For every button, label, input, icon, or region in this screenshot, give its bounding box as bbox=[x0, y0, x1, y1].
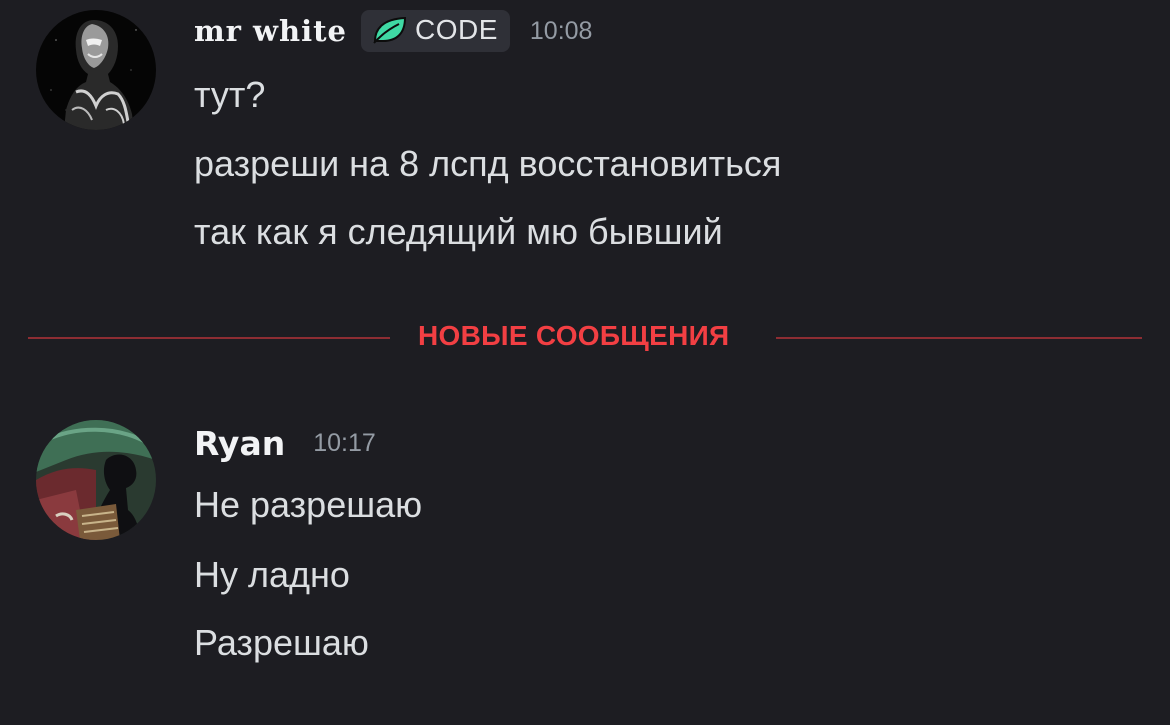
new-messages-label: НОВЫЕ СООБЩЕНИЯ bbox=[418, 320, 730, 351]
message-text: разреши на 8 лспд восстановиться bbox=[194, 143, 782, 184]
chat-message-list: mr white CODE 10:08 тут? разреши на 8 лс… bbox=[0, 0, 1170, 725]
message-text: так как я следящий мю бывший bbox=[194, 211, 723, 252]
timestamp[interactable]: 10:17 bbox=[313, 429, 376, 458]
username[interactable]: mr white bbox=[194, 14, 347, 48]
message-text: тут? bbox=[194, 74, 266, 115]
guild-tag-label: CODE bbox=[414, 14, 498, 45]
guild-tag[interactable]: CODE bbox=[360, 10, 510, 52]
avatar-mr-white[interactable] bbox=[36, 10, 156, 130]
username[interactable]: Ryan bbox=[194, 424, 285, 463]
timestamp[interactable]: 10:08 bbox=[530, 17, 593, 46]
leaf-icon bbox=[371, 15, 409, 45]
divider-line-right bbox=[776, 337, 1142, 339]
message-header: mr white CODE 10:08 bbox=[194, 4, 592, 58]
message-text: Разрешаю bbox=[194, 622, 369, 663]
avatar-ryan[interactable] bbox=[36, 420, 156, 540]
divider-line-left bbox=[28, 337, 390, 339]
message-text: Не разрешаю bbox=[194, 484, 423, 525]
message-text: Ну ладно bbox=[194, 554, 350, 595]
message-header: Ryan 10:17 bbox=[194, 418, 376, 468]
new-messages-divider: НОВЫЕ СООБЩЕНИЯ bbox=[28, 318, 1142, 358]
